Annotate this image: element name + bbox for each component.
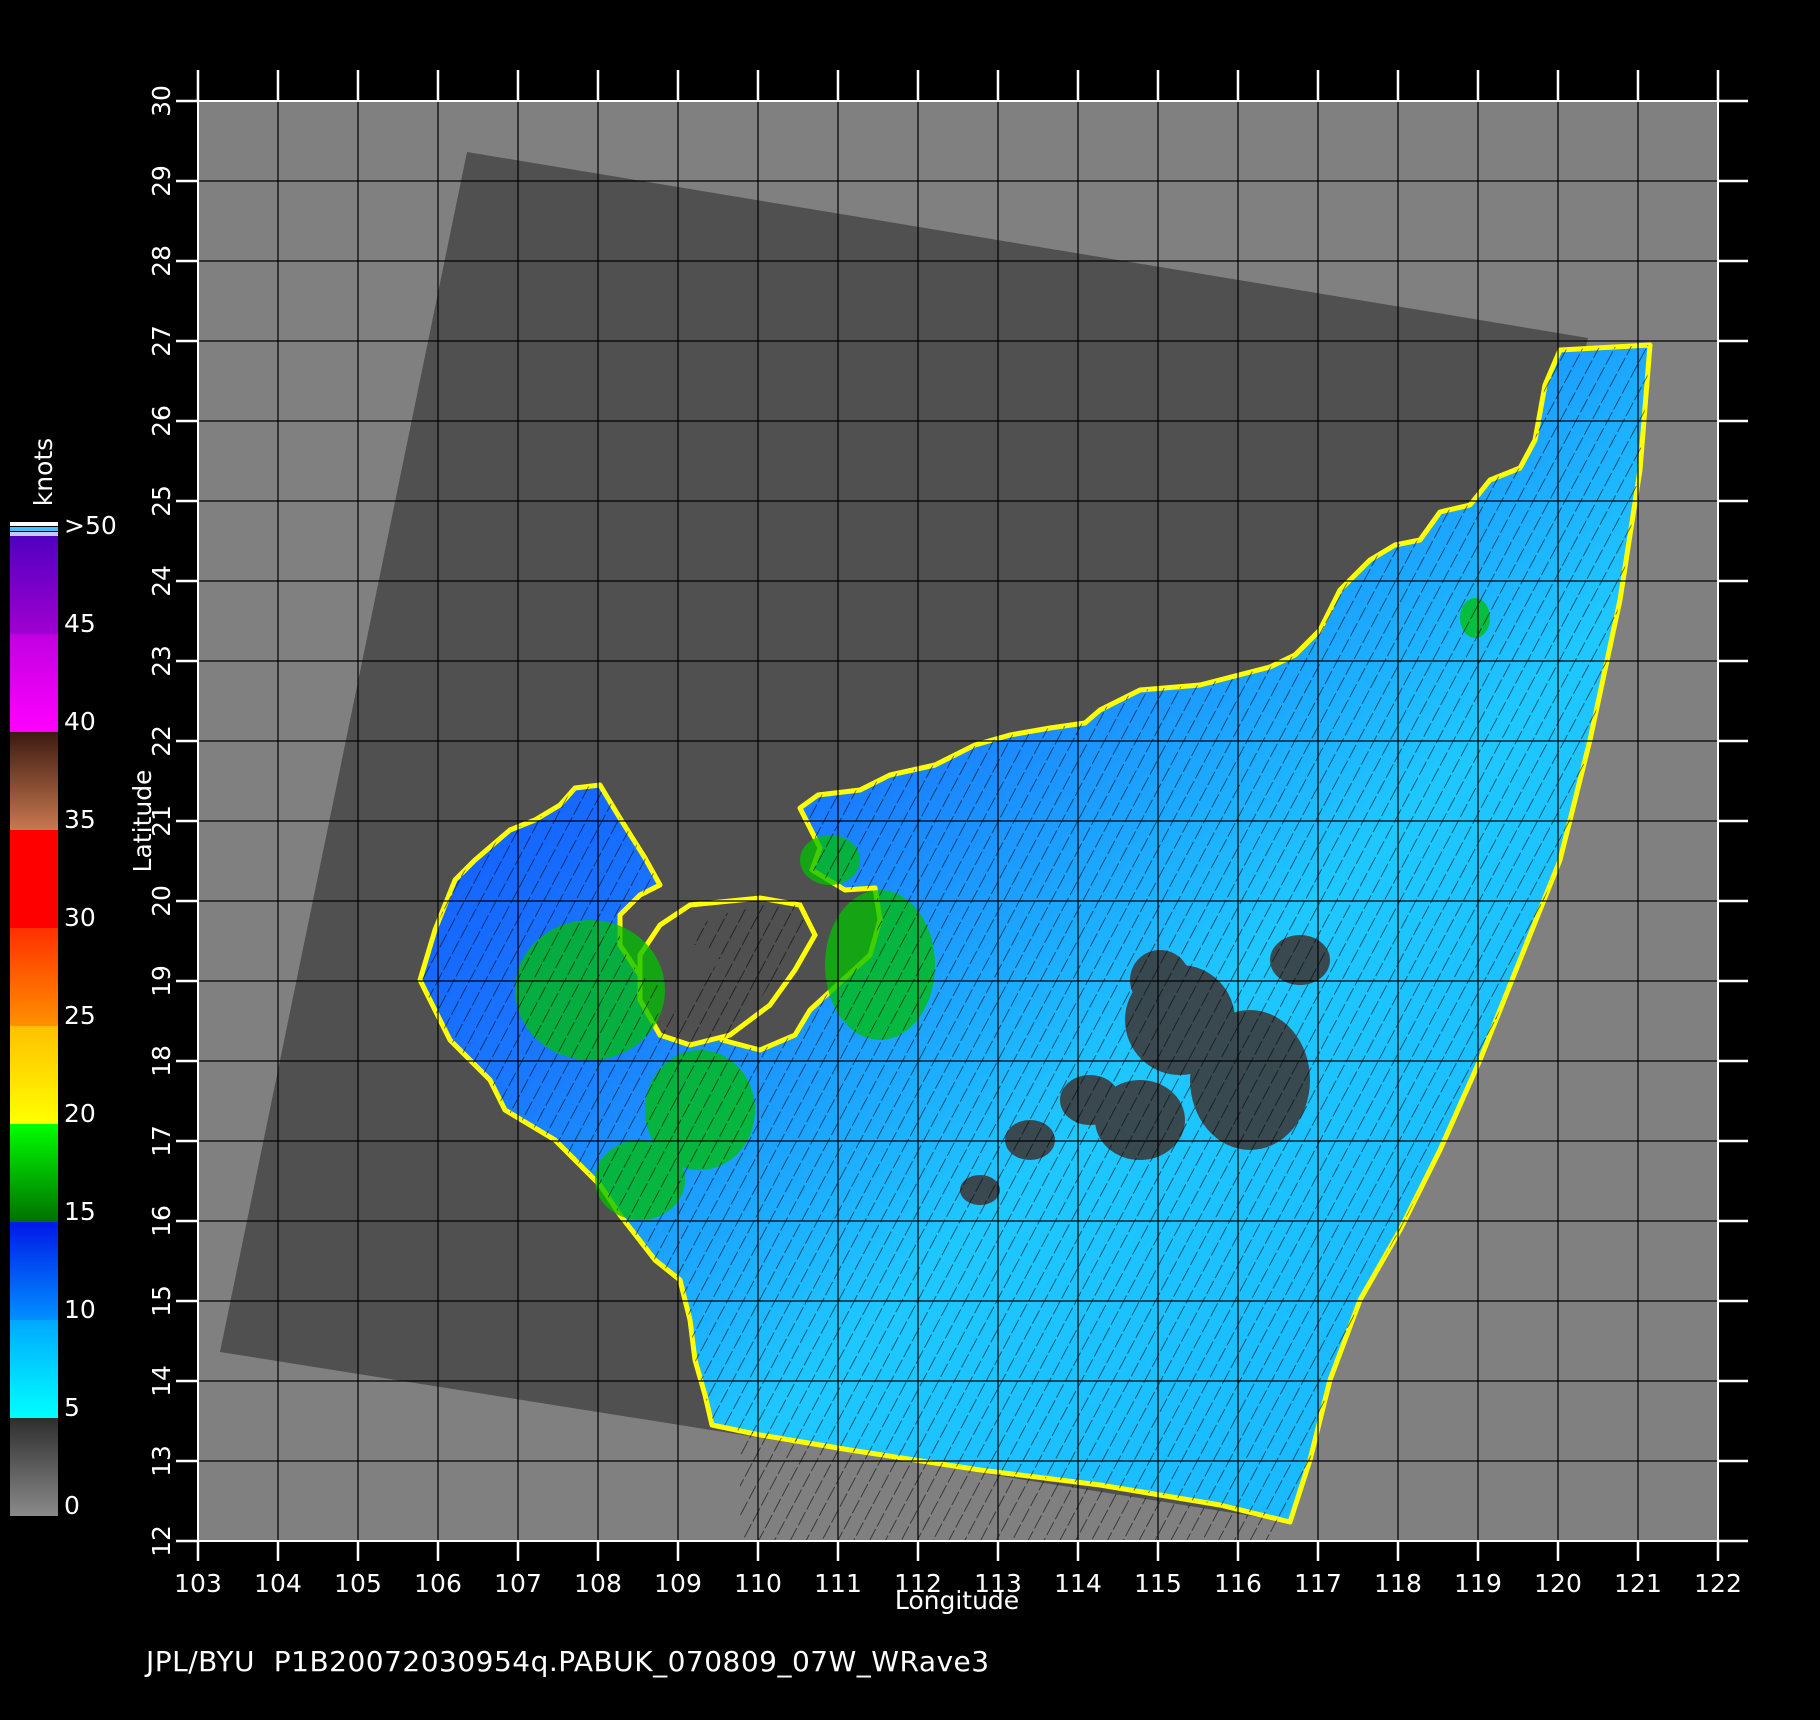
colorbar [10, 522, 58, 1516]
y-axis-title: Latitude [128, 770, 157, 873]
colorbar-label: 35 [64, 805, 96, 834]
colorbar-label: 10 [64, 1295, 96, 1324]
colorbar-segment [10, 830, 58, 928]
colorbar-segment [10, 1026, 58, 1124]
colorbar-label: 30 [64, 903, 96, 932]
colorbar-unit-label: knots [29, 438, 58, 506]
colorbar-cap [10, 532, 58, 536]
lat-tick-label: 15 [147, 1285, 176, 1317]
lat-tick-label: 20 [147, 885, 176, 917]
lon-tick-label: 105 [334, 1569, 382, 1598]
colorbar-cap [10, 522, 58, 526]
colorbar-segment [10, 634, 58, 732]
wind-map: 103 104 105 106 107 108 109 110 111 112 113 114 115 1… [10, 70, 1748, 1615]
lat-tick-label: 24 [147, 565, 176, 597]
lat-tick-label: 25 [147, 485, 176, 517]
lat-tick-label: 27 [147, 325, 176, 357]
colorbar-segment [10, 1124, 58, 1222]
colorbar-label: 20 [64, 1099, 96, 1128]
colorbar-segment [10, 536, 58, 634]
colorbar-segment [10, 1320, 58, 1418]
colorbar-label: 25 [64, 1001, 96, 1030]
lon-tick-label: 104 [254, 1569, 302, 1598]
colorbar-label: 15 [64, 1197, 96, 1226]
colorbar-cap [10, 527, 58, 531]
lon-tick-label: 111 [814, 1569, 862, 1598]
colorbar-segment [10, 1418, 58, 1516]
lat-tick-label: 12 [147, 1525, 176, 1557]
colorbar-segment [10, 928, 58, 1026]
lon-tick-label: 109 [654, 1569, 702, 1598]
lat-tick-label: 23 [147, 645, 176, 677]
lon-tick-label: 122 [1694, 1569, 1742, 1598]
colorbar-label: 40 [64, 707, 96, 736]
lat-tick-label: 26 [147, 405, 176, 437]
colorbar-label: 5 [64, 1393, 80, 1422]
lat-tick-label: 19 [147, 965, 176, 997]
lon-tick-label: 121 [1614, 1569, 1662, 1598]
lat-tick-label: 22 [147, 725, 176, 757]
lon-tick-label: 120 [1534, 1569, 1582, 1598]
colorbar-label: 45 [64, 609, 96, 638]
lon-tick-label: 107 [494, 1569, 542, 1598]
lon-tick-label: 114 [1054, 1569, 1102, 1598]
lon-tick-label: 116 [1214, 1569, 1262, 1598]
lat-tick-label: 29 [147, 165, 176, 197]
lat-tick-label: 16 [147, 1205, 176, 1237]
x-axis-title: Longitude [895, 1586, 1019, 1615]
lat-tick-label: 28 [147, 245, 176, 277]
lat-tick-label: 13 [147, 1445, 176, 1477]
lon-tick-label: 103 [174, 1569, 222, 1598]
lon-tick-label: 119 [1454, 1569, 1502, 1598]
lat-tick-label: 17 [147, 1125, 176, 1157]
lon-tick-label: 117 [1294, 1569, 1342, 1598]
footer-caption: JPL/BYU P1B20072030954q.PABUK_070809_07W… [146, 1645, 990, 1678]
colorbar-labels: >50 45 40 35 30 25 20 15 10 5 0 [64, 511, 117, 1520]
colorbar-label: 0 [64, 1491, 80, 1520]
lat-tick-label: 30 [147, 85, 176, 117]
lat-tick-label: 18 [147, 1045, 176, 1077]
lon-tick-label: 118 [1374, 1569, 1422, 1598]
colorbar-label: >50 [64, 511, 117, 540]
lat-tick-label: 14 [147, 1365, 176, 1397]
lon-tick-label: 115 [1134, 1569, 1182, 1598]
lon-tick-label: 106 [414, 1569, 462, 1598]
colorbar-segment [10, 1222, 58, 1320]
lon-tick-label: 108 [574, 1569, 622, 1598]
lon-tick-label: 110 [734, 1569, 782, 1598]
colorbar-segment [10, 732, 58, 830]
